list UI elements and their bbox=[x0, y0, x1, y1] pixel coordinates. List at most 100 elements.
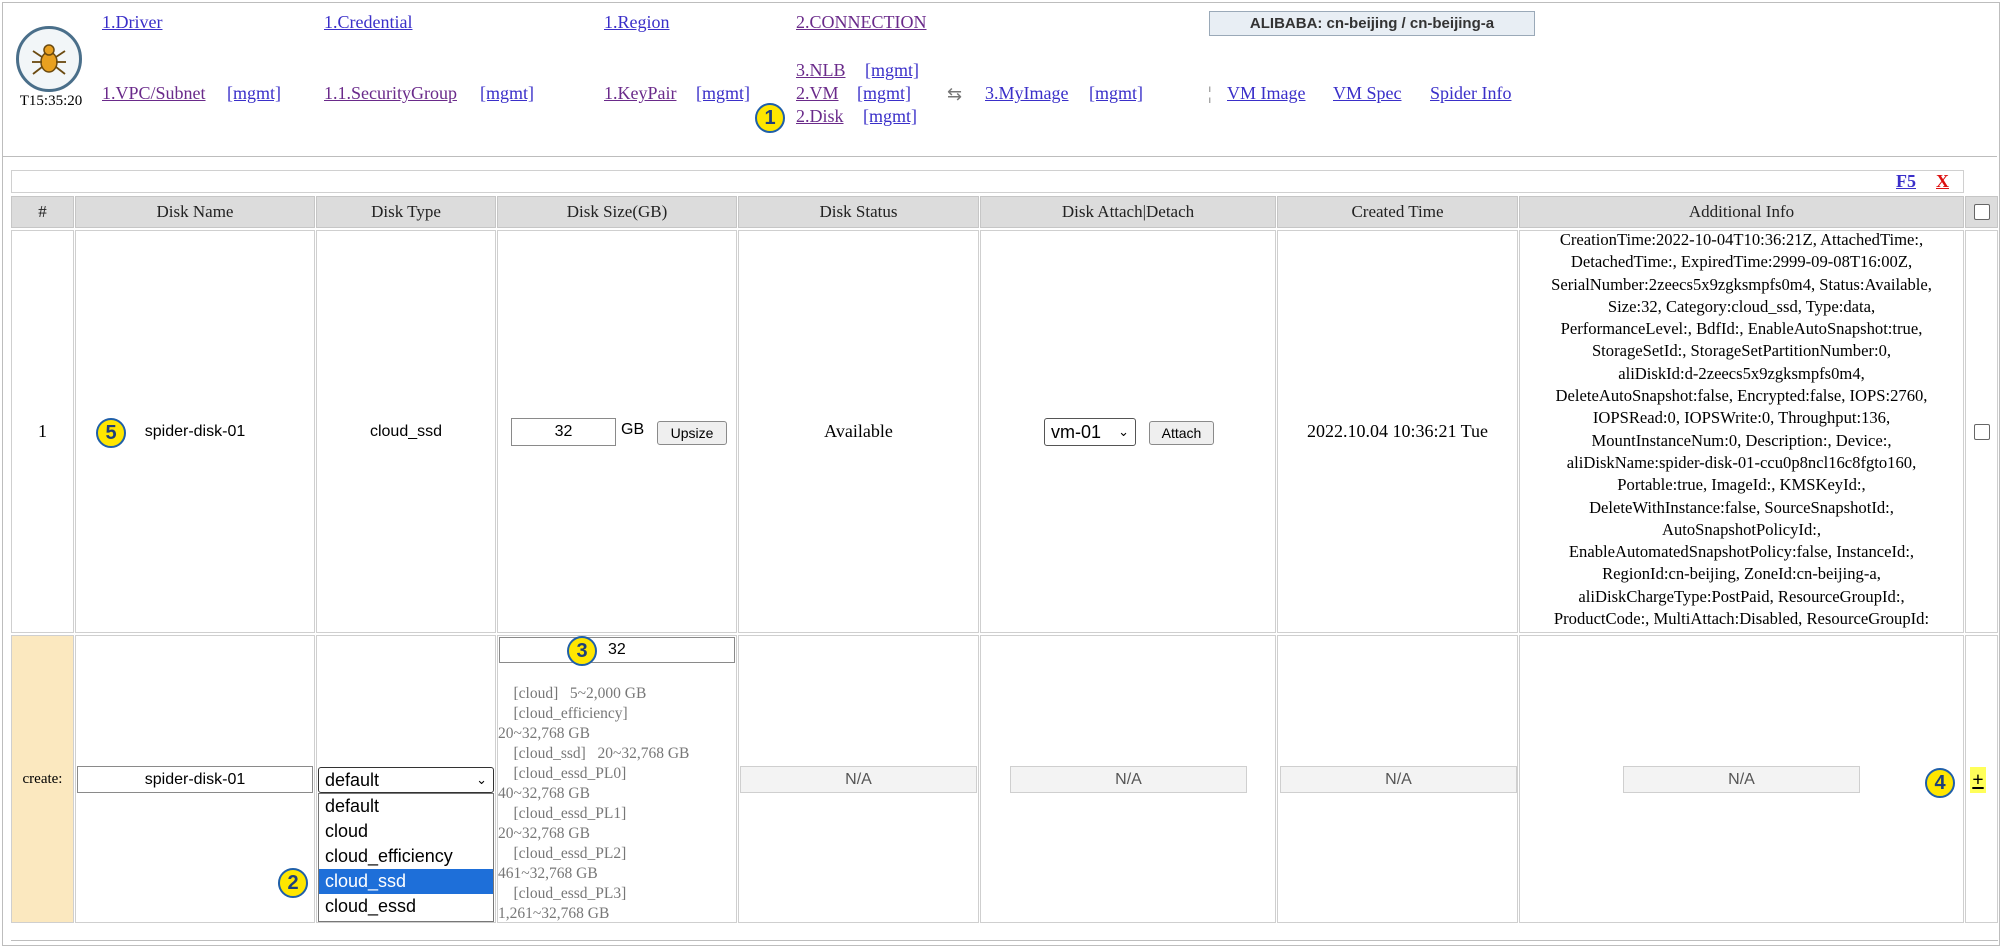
region-indicator: ALIBABA: cn-beijing / cn-beijing-a bbox=[1209, 11, 1535, 36]
disk-type-option-default[interactable]: default bbox=[319, 794, 493, 819]
size-hint-line: [cloud_essd_PL0] bbox=[498, 765, 627, 782]
nav-nlb-mgmt[interactable]: [mgmt] bbox=[865, 60, 919, 81]
nav-vm-mgmt[interactable]: [mgmt] bbox=[857, 83, 911, 104]
header-attach-detach: Disk Attach|Detach bbox=[980, 196, 1276, 228]
row-checkbox[interactable] bbox=[1973, 423, 1990, 440]
nav-keypair-mgmt[interactable]: [mgmt] bbox=[696, 83, 750, 104]
size-hint-line: [cloud_efficiency] bbox=[498, 705, 628, 722]
size-hint-line: [cloud] 5~2,000 GB bbox=[498, 685, 647, 702]
create-attach-na: N/A bbox=[1010, 766, 1247, 793]
disk-status-text: Available bbox=[824, 421, 893, 441]
row-index-text: 1 bbox=[38, 421, 47, 441]
row-disk-type: cloud_ssd bbox=[316, 230, 496, 633]
nav-connection[interactable]: 2.CONNECTION bbox=[796, 12, 927, 33]
header-disk-type: Disk Type bbox=[316, 196, 496, 228]
attach-button[interactable]: Attach bbox=[1149, 421, 1214, 445]
nav-vm-image[interactable]: VM Image bbox=[1227, 83, 1305, 104]
create-label-cell: create: bbox=[11, 635, 74, 923]
disk-name-text: spider-disk-01 bbox=[144, 422, 246, 440]
nav-nlb[interactable]: 3.NLB bbox=[796, 60, 846, 81]
size-hint-line: 20~32,768 GB bbox=[498, 825, 590, 842]
create-info-na: N/A bbox=[1623, 766, 1860, 793]
nav-region[interactable]: 1.Region bbox=[604, 12, 670, 33]
nav-driver[interactable]: 1.Driver bbox=[102, 12, 162, 33]
create-label: create: bbox=[22, 770, 63, 787]
nav-security-group-mgmt[interactable]: [mgmt] bbox=[480, 83, 534, 104]
additional-info-line: Portable:true, ImageId:, KMSKeyId:, bbox=[1617, 475, 1866, 495]
additional-info-line: EnableAutomatedSnapshotPolicy:false, Ins… bbox=[1568, 542, 1915, 562]
additional-info-line: IOPSRead:0, IOPSWrite:0, Throughput:136, bbox=[1592, 408, 1891, 428]
nav-vpc-subnet[interactable]: 1.VPC/Subnet bbox=[102, 83, 206, 104]
additional-info-line: RegionId:cn-beijing, ZoneId:cn-beijing-a… bbox=[1602, 564, 1881, 584]
vm-select-value: vm-01 bbox=[1051, 421, 1102, 442]
header-divider bbox=[3, 156, 1997, 157]
nav-myimage[interactable]: 3.MyImage bbox=[985, 83, 1068, 104]
additional-info-line: aliDiskId:d-2zeecs5x9zgksmpfs0m4, bbox=[1618, 363, 1865, 383]
table-bottom-divider bbox=[11, 940, 1998, 941]
size-hint-line: 40~32,768 GB bbox=[498, 785, 590, 802]
upsize-input[interactable]: 32 bbox=[511, 418, 616, 446]
disk-type-option-cloud-ssd[interactable]: cloud_ssd bbox=[319, 869, 493, 894]
additional-info-line: DetachedTime:, ExpiredTime:2999-09-08T16… bbox=[1570, 252, 1913, 272]
row-disk-status: Available bbox=[738, 230, 979, 633]
upsize-button[interactable]: Upsize bbox=[657, 421, 727, 445]
spider-icon bbox=[32, 44, 66, 75]
disk-type-option-cloud-efficiency[interactable]: cloud_efficiency bbox=[319, 844, 493, 869]
close-button[interactable]: X bbox=[1936, 171, 1949, 192]
disk-type-select-value: default bbox=[325, 769, 380, 790]
nav-credential[interactable]: 1.Credential bbox=[324, 12, 412, 33]
vm-select[interactable]: vm-01 ⌄ bbox=[1044, 418, 1136, 446]
created-time-text: 2022.10.04 10:36:21 Tue bbox=[1306, 421, 1489, 441]
nav-keypair[interactable]: 1.KeyPair bbox=[604, 83, 676, 104]
disk-type-dropdown: default cloud cloud_efficiency cloud_ssd… bbox=[318, 793, 494, 922]
swap-icon: ⇆ bbox=[947, 84, 963, 104]
callout-badge-5: 5 bbox=[96, 418, 126, 448]
nav-disk-mgmt[interactable]: [mgmt] bbox=[863, 106, 917, 127]
nav-vm[interactable]: 2.VM bbox=[796, 83, 839, 104]
additional-info-line: DeleteAutoSnapshot:false, Encrypted:fals… bbox=[1555, 386, 1928, 406]
header-disk-status: Disk Status bbox=[738, 196, 979, 228]
additional-info-line: AutoSnapshotPolicyId:, bbox=[1661, 519, 1822, 539]
nav-disk[interactable]: 2.Disk bbox=[796, 106, 844, 127]
create-disk-size-input[interactable]: 32 bbox=[499, 637, 735, 663]
chevron-down-icon: ⌄ bbox=[1118, 424, 1129, 439]
nav-spider-info[interactable]: Spider Info bbox=[1430, 83, 1511, 104]
disk-type-text: cloud_ssd bbox=[369, 422, 443, 440]
nav-vpc-mgmt[interactable]: [mgmt] bbox=[227, 83, 281, 104]
additional-info-line: SerialNumber:2zeecs5x9zgksmpfs0m4, Statu… bbox=[1551, 274, 1932, 294]
header-created-time: Created Time bbox=[1277, 196, 1518, 228]
header-disk-size: Disk Size(GB) bbox=[497, 196, 737, 228]
select-all-checkbox[interactable] bbox=[1973, 204, 1990, 220]
disk-type-option-cloud-essd[interactable]: cloud_essd bbox=[319, 894, 493, 919]
additional-info-line: PerformanceLevel:, BdfId:, EnableAutoSna… bbox=[1560, 319, 1923, 339]
row-select-cell bbox=[1965, 230, 1998, 633]
clock-text: T15:35:20 bbox=[19, 93, 83, 109]
additional-info-line: MountInstanceNum:0, Description:, Device… bbox=[1591, 430, 1892, 450]
create-disk-type-select[interactable]: default ⌄ bbox=[318, 767, 494, 793]
header-select-all-cell bbox=[1965, 196, 1998, 228]
size-hint-line: 461~32,768 GB bbox=[498, 865, 598, 882]
disk-type-option-cloud[interactable]: cloud bbox=[319, 819, 493, 844]
size-hint-line: [cloud_ssd] 20~32,768 GB bbox=[498, 745, 690, 762]
size-hint-line: [cloud_essd_PL1] bbox=[498, 805, 627, 822]
add-disk-button[interactable]: + bbox=[1970, 767, 1986, 793]
create-disk-name-input[interactable]: spider-disk-01 bbox=[77, 766, 313, 793]
nav-security-group[interactable]: 1.1.SecurityGroup bbox=[324, 83, 457, 104]
additional-info-line: Size:32, Category:cloud_ssd, Type:data, bbox=[1607, 296, 1876, 316]
additional-info-line: ProductCode:, MultiAttach:Disabled, Reso… bbox=[1553, 609, 1930, 629]
refresh-button[interactable]: F5 bbox=[1896, 171, 1916, 192]
nav-divider: ¦ bbox=[1208, 83, 1212, 103]
row-index: 1 bbox=[11, 230, 74, 633]
header-index: # bbox=[11, 196, 74, 228]
create-created-na: N/A bbox=[1280, 766, 1517, 793]
callout-badge-2: 2 bbox=[278, 868, 308, 898]
nav-myimage-mgmt[interactable]: [mgmt] bbox=[1089, 83, 1143, 104]
additional-info-line: StorageSetId:, StorageSetPartitionNumber… bbox=[1591, 341, 1892, 361]
size-range-hints: [cloud] 5~2,000 GB [cloud_efficiency] 20~… bbox=[498, 684, 738, 924]
additional-info-text: CreationTime:2022-10-04T10:36:21Z, Attac… bbox=[1520, 229, 1963, 629]
toolbar bbox=[11, 170, 1964, 193]
size-hint-line: 1,261~32,768 GB bbox=[498, 905, 610, 922]
spider-logo[interactable] bbox=[16, 26, 82, 92]
nav-vm-spec[interactable]: VM Spec bbox=[1333, 83, 1402, 104]
create-status-na: N/A bbox=[740, 766, 977, 793]
